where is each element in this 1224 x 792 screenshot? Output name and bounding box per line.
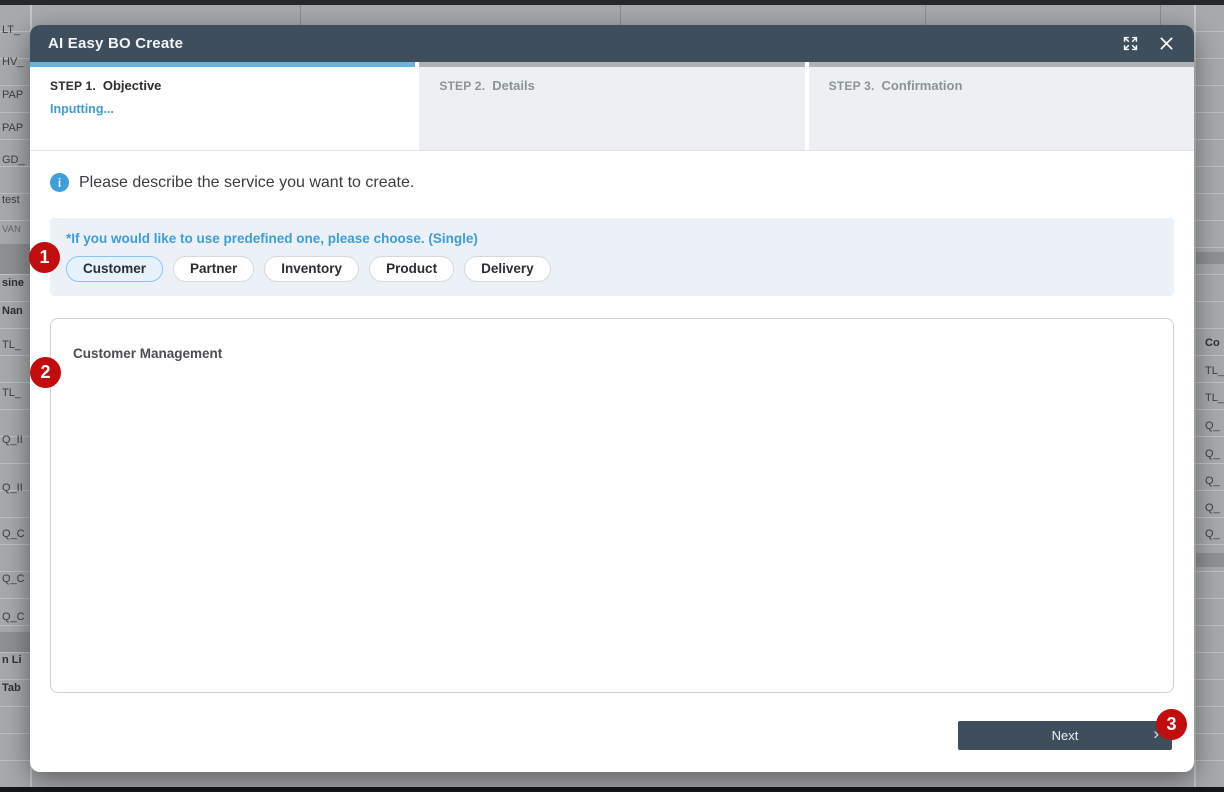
step-title: STEP 1. Objective	[50, 78, 415, 93]
chip-product[interactable]: Product	[369, 256, 455, 282]
bg-table-fragment: Q_	[1205, 475, 1220, 487]
step-title: STEP 3. Confirmation	[829, 78, 1194, 93]
bg-table-fragment: Q_C	[2, 528, 25, 540]
bg-table-fragment: TL_	[1205, 365, 1224, 377]
bg-table-fragment: Q_C	[2, 611, 25, 623]
bg-column-divider	[300, 5, 301, 26]
bg-table-section	[0, 244, 30, 274]
info-icon: i	[50, 173, 69, 192]
bg-table-fragment: Q_	[1205, 448, 1220, 460]
tab-step-3-confirmation[interactable]: STEP 3. Confirmation	[808, 62, 1194, 150]
next-button-label: Next	[1051, 728, 1079, 743]
annotation-badge-2: 2	[30, 357, 61, 388]
bg-table-fragment: Q_II	[2, 434, 23, 446]
tab-step-2-details[interactable]: STEP 2. Details	[419, 62, 805, 150]
bg-table-section	[0, 632, 30, 652]
bg-table-fragment: TL_	[2, 339, 21, 351]
bg-table-fragment: LT_	[2, 24, 21, 36]
wizard-steps: STEP 1. Objective Inputting... STEP 2. Det…	[30, 62, 1194, 151]
bg-column-divider	[620, 5, 621, 26]
ai-easy-bo-create-dialog: AI Easy BO Create STEP 1. Objective Input…	[30, 25, 1194, 772]
bg-table-fragment: test	[2, 194, 20, 206]
bg-table-fragment: VAN	[2, 224, 21, 235]
dialog-title: AI Easy BO Create	[48, 35, 184, 52]
predefined-options-panel: *If you would like to use predefined one…	[50, 218, 1174, 296]
bg-table-fragment: Q_	[1205, 502, 1220, 514]
maximize-icon[interactable]	[1120, 34, 1140, 54]
annotation-badge-1: 1	[29, 242, 60, 273]
tab-step-1-objective[interactable]: STEP 1. Objective Inputting...	[30, 62, 416, 150]
bg-table-section	[1196, 252, 1224, 264]
bg-table-fragment: TL_	[2, 387, 21, 399]
bg-table-header-edge	[0, 0, 1224, 5]
next-button[interactable]: Next ›	[958, 721, 1172, 750]
step-status: Inputting...	[50, 102, 114, 116]
service-description-input[interactable]: Customer Management	[50, 318, 1174, 693]
step-number: STEP 1.	[50, 79, 96, 93]
bg-table-left-strip: LT_ HV_ PAP PAP GD_test VAN sine Nan TL_ TL_ Q_II Q…	[0, 5, 32, 787]
bg-table-fragment: PAP	[2, 122, 24, 134]
bg-table-fragment: n Li	[2, 654, 22, 666]
bg-table-fragment: HV_	[2, 56, 24, 68]
chip-inventory[interactable]: Inventory	[264, 256, 360, 282]
bg-table-fragment: sine	[2, 277, 25, 289]
bg-table-fragment: Tab	[2, 682, 21, 694]
bg-column-divider	[1160, 5, 1161, 26]
step-number: STEP 3.	[828, 79, 875, 93]
step-progress-bar	[419, 62, 805, 67]
bg-table-fragment: Q_C	[2, 573, 25, 585]
info-row: i Please describe the service you want t…	[50, 173, 1174, 192]
close-icon[interactable]	[1156, 34, 1176, 54]
step-progress-bar	[30, 62, 416, 67]
step-name: Confirmation	[881, 78, 963, 93]
step-progress-bar	[808, 62, 1194, 67]
bg-table-section	[1196, 553, 1224, 567]
chip-partner[interactable]: Partner	[173, 256, 255, 282]
bg-column-divider	[925, 5, 926, 26]
step-name: Details	[492, 78, 535, 93]
step-title: STEP 2. Details	[439, 78, 804, 93]
bg-table-fragment: Q_	[1205, 528, 1220, 540]
bg-table-fragment: PAP	[2, 89, 24, 101]
step-name: Objective	[102, 78, 162, 93]
bg-table-fragment: Nan	[2, 305, 23, 317]
bg-table-right-strip: Co TL_ TL_ Q_ Q_ Q_ Q_ Q_	[1194, 5, 1224, 787]
dialog-header: AI Easy BO Create	[30, 25, 1194, 62]
predefined-chips: Customer Partner Inventory Product Deliv…	[66, 256, 1158, 282]
bg-bottom-edge	[0, 787, 1224, 792]
predefined-hint: *If you would like to use predefined one…	[66, 231, 478, 246]
chip-customer[interactable]: Customer	[66, 256, 164, 282]
annotation-badge-3: 3	[1156, 709, 1187, 740]
info-message: Please describe the service you want to …	[79, 173, 415, 191]
bg-table-fragment: Co	[1205, 337, 1220, 349]
bg-table-fragment: TL_	[1205, 392, 1224, 404]
bg-table-fragment: Q_	[1205, 420, 1220, 432]
bg-table-fragment: Q_II	[2, 482, 23, 494]
step-number: STEP 2.	[439, 79, 486, 93]
chip-delivery[interactable]: Delivery	[464, 256, 551, 282]
bg-table-fragment: GD_	[2, 154, 25, 166]
